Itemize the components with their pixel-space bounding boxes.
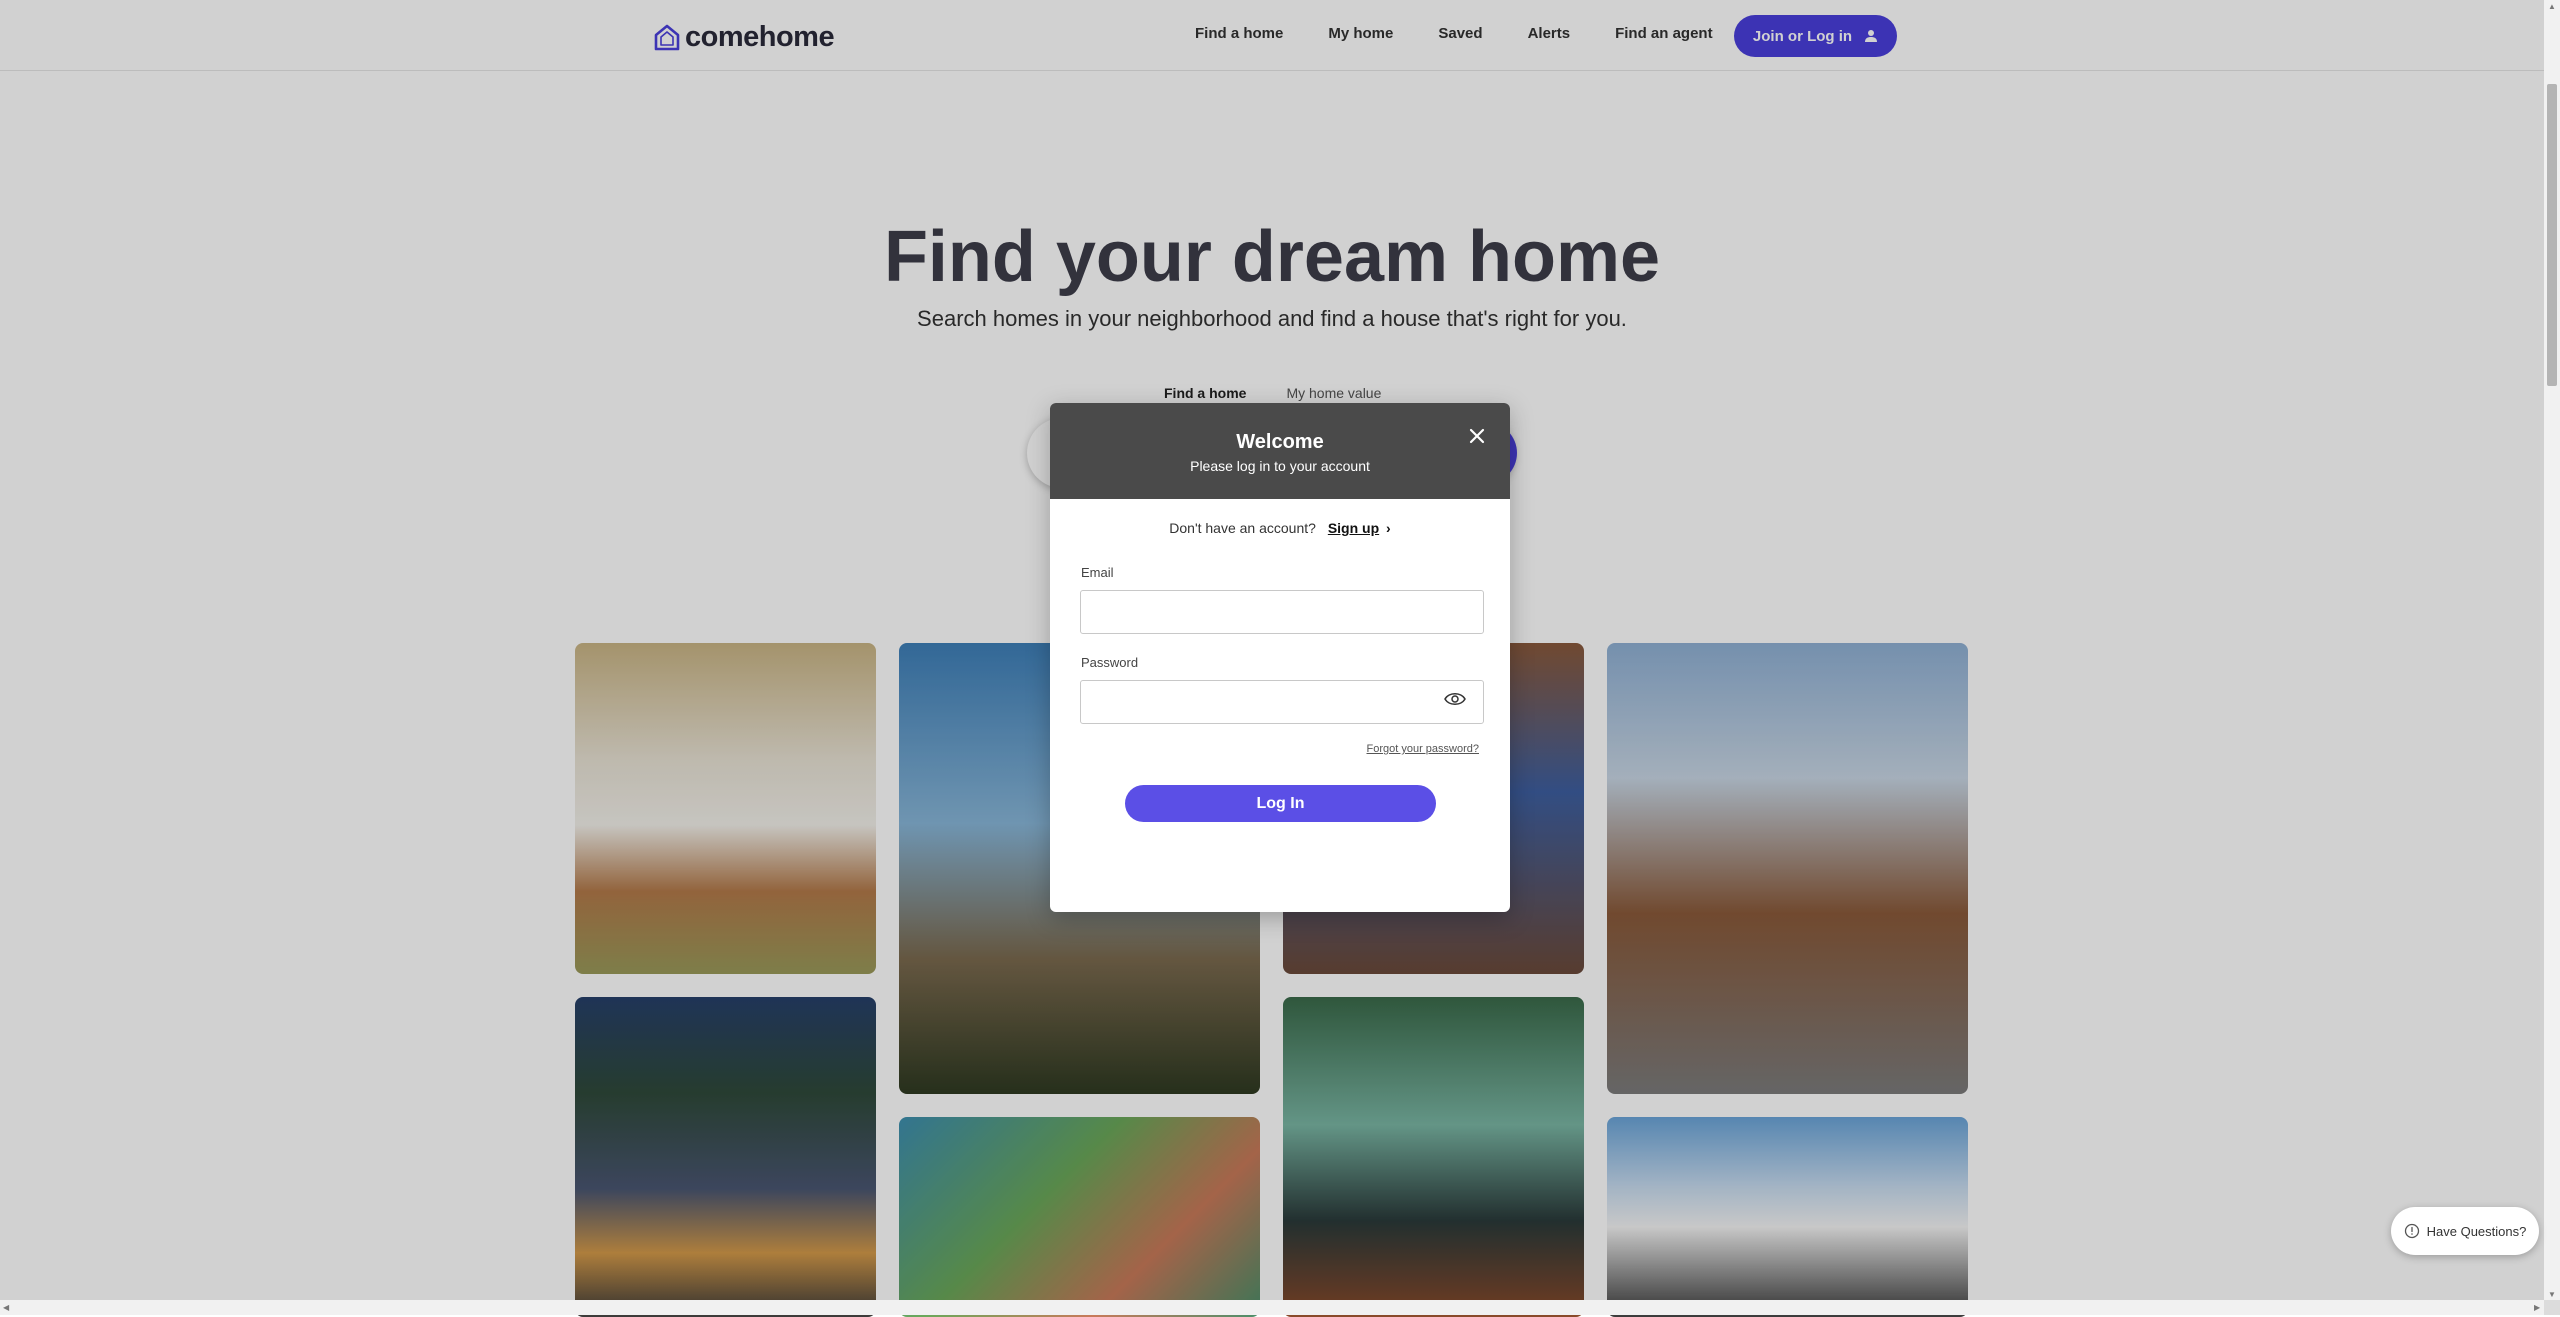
chat-bubble-icon [2404, 1223, 2419, 1239]
signup-prompt: Don't have an account? [1169, 520, 1316, 536]
email-label: Email [1081, 565, 1114, 580]
scroll-right-arrow-icon[interactable]: ▶ [2534, 1303, 2540, 1312]
login-button[interactable]: Log In [1125, 785, 1436, 822]
signup-link[interactable]: Sign up [1328, 520, 1379, 536]
eye-icon[interactable] [1444, 691, 1466, 707]
scroll-up-arrow-icon[interactable]: ▲ [2548, 2, 2556, 11]
modal-header: Welcome Please log in to your account [1050, 403, 1510, 499]
signup-row: Don't have an account? Sign up › [1050, 520, 1510, 536]
password-label: Password [1081, 655, 1139, 670]
close-icon[interactable] [1466, 425, 1488, 447]
scroll-left-arrow-icon[interactable]: ◀ [3, 1303, 9, 1312]
login-modal: Welcome Please log in to your account Do… [1050, 403, 1510, 912]
email-field[interactable] [1080, 590, 1484, 634]
forgot-password-link[interactable]: Forgot your password? [1367, 743, 1480, 755]
horizontal-scrollbar[interactable] [0, 1300, 2544, 1315]
page: comehome Find a home My home Saved Alert… [0, 0, 2560, 1317]
have-questions-button[interactable]: Have Questions? [2391, 1207, 2539, 1255]
scroll-down-arrow-icon[interactable]: ▼ [2548, 1290, 2556, 1299]
scrollbar-corner [2544, 1300, 2560, 1315]
password-field[interactable] [1080, 680, 1484, 724]
vertical-scrollbar-thumb[interactable] [2547, 84, 2557, 386]
chevron-right-icon[interactable]: › [1386, 520, 1391, 536]
modal-subtitle: Please log in to your account [1190, 458, 1370, 474]
modal-title: Welcome [1236, 431, 1324, 453]
have-questions-label: Have Questions? [2426, 1223, 2527, 1239]
